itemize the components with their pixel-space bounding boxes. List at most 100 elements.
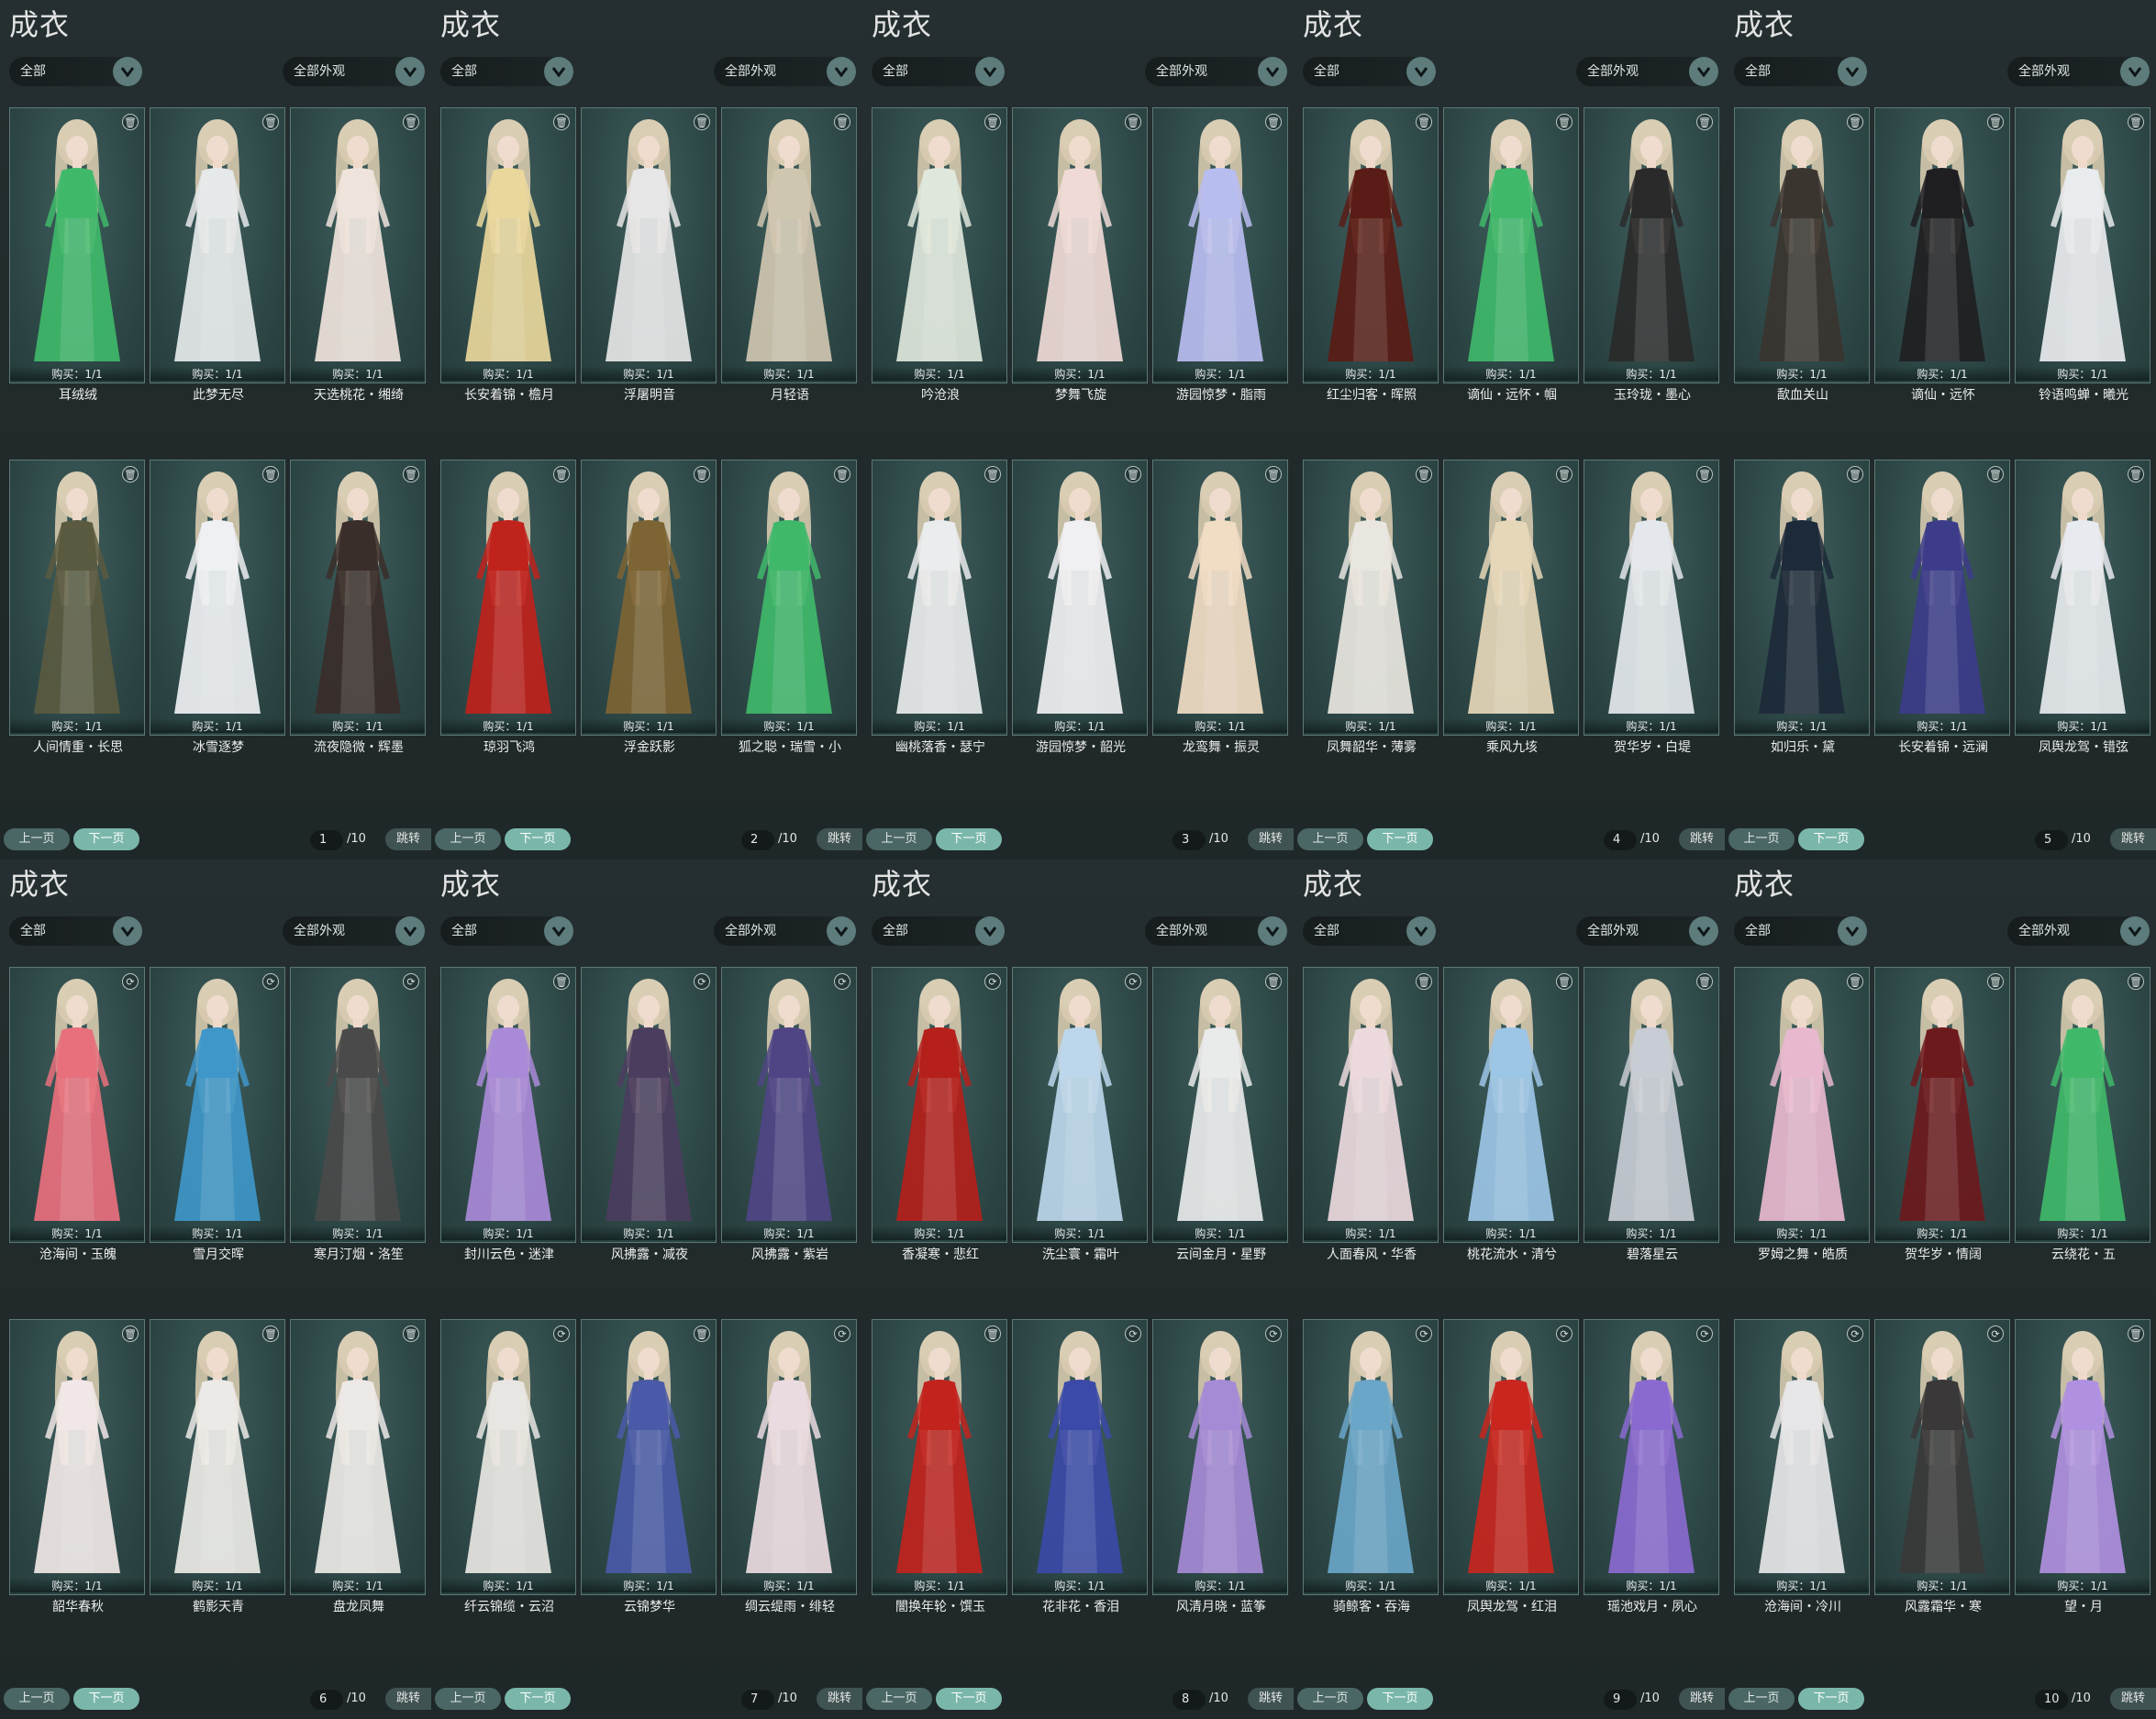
trash-icon[interactable]: 🗑	[984, 1325, 1001, 1342]
category-filter-dropdown[interactable]: 全部	[9, 916, 142, 946]
appearance-filter-dropdown[interactable]: 全部外观	[1576, 57, 1718, 86]
page-number-input[interactable]: 3	[1172, 830, 1206, 850]
outfit-card[interactable]: 🗑 购买：1/1	[581, 460, 717, 736]
trash-icon[interactable]: 🗑	[1556, 114, 1573, 130]
outfit-card[interactable]: 🗑 购买：1/1	[1734, 460, 1870, 736]
outfit-card[interactable]: 🗑 购买：1/1	[2015, 1319, 2150, 1595]
prev-page-button[interactable]: 上一页	[866, 828, 932, 850]
chevron-down-icon[interactable]	[1689, 916, 1718, 946]
link-icon[interactable]: ⟳	[984, 973, 1001, 990]
trash-icon[interactable]: 🗑	[403, 1325, 419, 1342]
link-icon[interactable]: ⟳	[122, 973, 139, 990]
outfit-card[interactable]: 🗑 购买：1/1	[1874, 967, 2010, 1243]
outfit-card[interactable]: 🗑 购买：1/1	[290, 107, 426, 383]
category-filter-dropdown[interactable]: 全部	[1303, 57, 1436, 86]
outfit-card[interactable]: 🗑 购买：1/1	[150, 107, 285, 383]
page-number-input[interactable]: 9	[1604, 1690, 1637, 1710]
outfit-card[interactable]: ⟳ 购买：1/1	[9, 967, 145, 1243]
trash-icon[interactable]: 🗑	[1987, 114, 2004, 130]
next-page-button[interactable]: 下一页	[505, 828, 571, 850]
outfit-card[interactable]: 🗑 购买：1/1	[1443, 967, 1579, 1243]
trash-icon[interactable]: 🗑	[984, 114, 1001, 130]
outfit-card[interactable]: ⟳ 购买：1/1	[872, 967, 1007, 1243]
chevron-down-icon[interactable]	[1406, 916, 1436, 946]
trash-icon[interactable]: 🗑	[553, 973, 570, 990]
outfit-card[interactable]: 🗑 购买：1/1	[290, 1319, 426, 1595]
appearance-filter-dropdown[interactable]: 全部外观	[283, 57, 425, 86]
trash-icon[interactable]: 🗑	[1265, 114, 1282, 130]
outfit-card[interactable]: 🗑 购买：1/1	[721, 460, 857, 736]
outfit-card[interactable]: 🗑 购买：1/1	[1012, 107, 1148, 383]
prev-page-button[interactable]: 上一页	[435, 1688, 501, 1710]
trash-icon[interactable]: 🗑	[1847, 466, 1863, 482]
outfit-card[interactable]: ⟳ 购买：1/1	[721, 1319, 857, 1595]
jump-button[interactable]: 跳转	[1679, 828, 1725, 850]
category-filter-dropdown[interactable]: 全部	[872, 57, 1005, 86]
trash-icon[interactable]: 🗑	[1416, 466, 1432, 482]
jump-button[interactable]: 跳转	[385, 828, 431, 850]
appearance-filter-dropdown[interactable]: 全部外观	[1145, 916, 1287, 946]
outfit-card[interactable]: 🗑 购买：1/1	[9, 460, 145, 736]
trash-icon[interactable]: 🗑	[122, 466, 139, 482]
jump-button[interactable]: 跳转	[385, 1688, 431, 1710]
outfit-card[interactable]: 🗑 购买：1/1	[721, 107, 857, 383]
trash-icon[interactable]: 🗑	[403, 114, 419, 130]
jump-button[interactable]: 跳转	[1679, 1688, 1725, 1710]
outfit-card[interactable]: 🗑 购买：1/1	[150, 460, 285, 736]
trash-icon[interactable]: 🗑	[834, 114, 850, 130]
outfit-card[interactable]: ⟳ 购买：1/1	[1152, 1319, 1288, 1595]
chevron-down-icon[interactable]	[975, 916, 1005, 946]
outfit-card[interactable]: ⟳ 购买：1/1	[721, 967, 857, 1243]
chevron-down-icon[interactable]	[544, 57, 573, 86]
next-page-button[interactable]: 下一页	[1367, 828, 1433, 850]
trash-icon[interactable]: 🗑	[1696, 466, 1713, 482]
outfit-card[interactable]: 🗑 购买：1/1	[1303, 967, 1439, 1243]
prev-page-button[interactable]: 上一页	[1728, 828, 1795, 850]
trash-icon[interactable]: 🗑	[1556, 466, 1573, 482]
page-number-input[interactable]: 5	[2035, 830, 2068, 850]
appearance-filter-dropdown[interactable]: 全部外观	[714, 57, 856, 86]
outfit-card[interactable]: 🗑 购买：1/1	[2015, 460, 2150, 736]
chevron-down-icon[interactable]	[1838, 916, 1867, 946]
link-icon[interactable]: ⟳	[1696, 1325, 1713, 1342]
outfit-card[interactable]: 🗑 购买：1/1	[440, 107, 576, 383]
next-page-button[interactable]: 下一页	[73, 828, 139, 850]
outfit-card[interactable]: ⟳ 购买：1/1	[1012, 1319, 1148, 1595]
appearance-filter-dropdown[interactable]: 全部外观	[714, 916, 856, 946]
trash-icon[interactable]: 🗑	[694, 466, 710, 482]
trash-icon[interactable]: 🗑	[1696, 973, 1713, 990]
outfit-card[interactable]: 🗑 购买：1/1	[1303, 107, 1439, 383]
outfit-card[interactable]: ⟳ 购买：1/1	[1734, 1319, 1870, 1595]
chevron-down-icon[interactable]	[2120, 916, 2150, 946]
page-number-input[interactable]: 7	[741, 1690, 774, 1710]
trash-icon[interactable]: 🗑	[1416, 114, 1432, 130]
appearance-filter-dropdown[interactable]: 全部外观	[2007, 916, 2150, 946]
chevron-down-icon[interactable]	[1258, 57, 1287, 86]
next-page-button[interactable]: 下一页	[73, 1688, 139, 1710]
trash-icon[interactable]: 🗑	[1556, 973, 1573, 990]
chevron-down-icon[interactable]	[113, 916, 142, 946]
outfit-card[interactable]: 🗑 购买：1/1	[290, 460, 426, 736]
trash-icon[interactable]: 🗑	[403, 466, 419, 482]
trash-icon[interactable]: 🗑	[1847, 973, 1863, 990]
outfit-card[interactable]: 🗑 购买：1/1	[1874, 460, 2010, 736]
next-page-button[interactable]: 下一页	[1367, 1688, 1433, 1710]
trash-icon[interactable]: 🗑	[262, 1325, 279, 1342]
next-page-button[interactable]: 下一页	[1798, 1688, 1864, 1710]
trash-icon[interactable]: 🗑	[694, 114, 710, 130]
trash-icon[interactable]: 🗑	[1987, 466, 2004, 482]
outfit-card[interactable]: 🗑 购买：1/1	[1584, 967, 1719, 1243]
trash-icon[interactable]: 🗑	[1847, 114, 1863, 130]
outfit-card[interactable]: ⟳ 购买：1/1	[1874, 1319, 2010, 1595]
outfit-card[interactable]: 🗑 购买：1/1	[1152, 107, 1288, 383]
outfit-card[interactable]: ⟳ 购买：1/1	[1012, 967, 1148, 1243]
trash-icon[interactable]: 🗑	[122, 114, 139, 130]
outfit-card[interactable]: 🗑 购买：1/1	[1443, 460, 1579, 736]
link-icon[interactable]: ⟳	[403, 973, 419, 990]
jump-button[interactable]: 跳转	[2110, 828, 2156, 850]
chevron-down-icon[interactable]	[395, 57, 425, 86]
outfit-card[interactable]: 🗑 购买：1/1	[1584, 107, 1719, 383]
outfit-card[interactable]: 🗑 购买：1/1	[440, 967, 576, 1243]
link-icon[interactable]: ⟳	[1847, 1325, 1863, 1342]
trash-icon[interactable]: 🗑	[262, 114, 279, 130]
